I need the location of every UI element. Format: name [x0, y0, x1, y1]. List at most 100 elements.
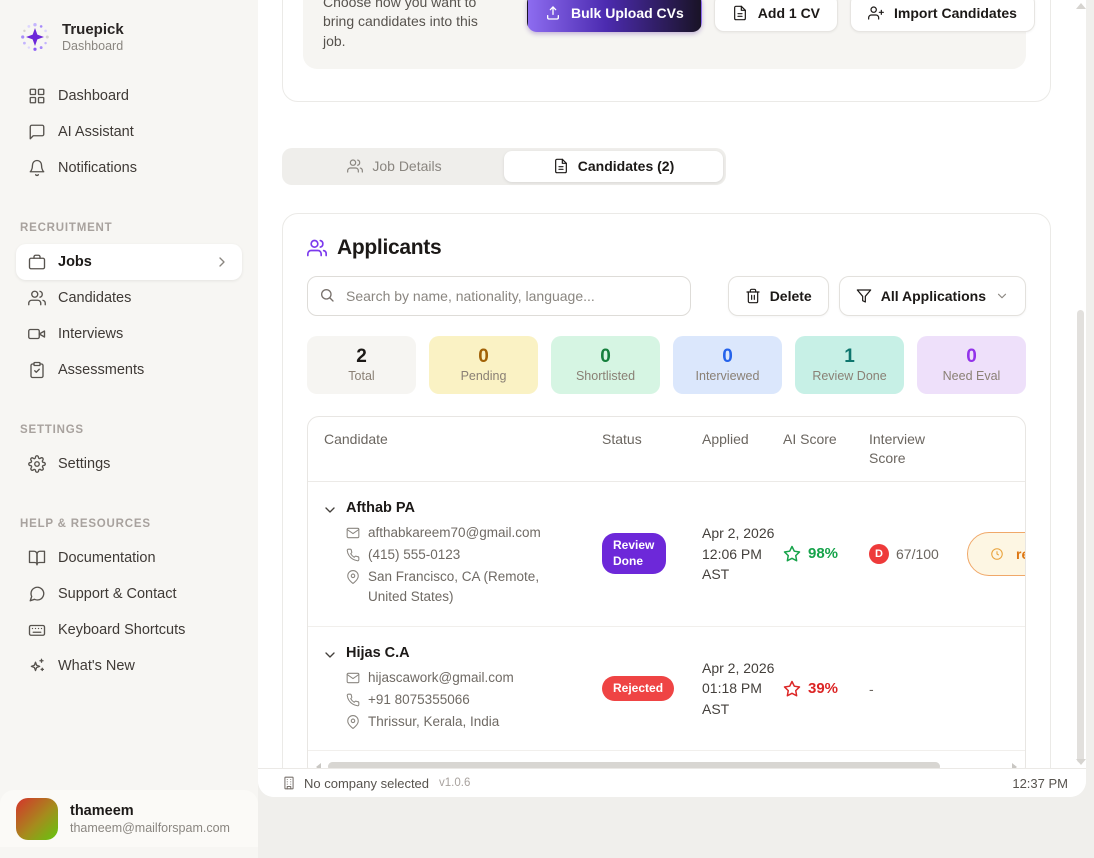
- sidebar-item-label: AI Assistant: [58, 124, 134, 140]
- sidebar-item-candidates[interactable]: Candidates: [16, 280, 242, 316]
- mail-icon: [346, 671, 360, 685]
- import-candidates-label: Import Candidates: [894, 5, 1017, 21]
- stat-need-eval: 0 Need Eval: [917, 336, 1026, 394]
- ai-score-value: 39%: [808, 680, 838, 697]
- candidate-location: Thrissur, Kerala, India: [368, 712, 499, 732]
- column-header-candidate: Candidate: [308, 417, 602, 481]
- table-header-row: Candidate Status Applied AI Score Interv…: [308, 417, 1025, 482]
- scroll-down-arrow[interactable]: [1076, 759, 1086, 765]
- stat-review-done: 1 Review Done: [795, 336, 904, 394]
- brand: Truepick Dashboard: [18, 20, 238, 54]
- sidebar-item-label: Support & Contact: [58, 586, 177, 602]
- clipboard-check-icon: [28, 361, 46, 379]
- sidebar-item-whats-new[interactable]: What's New: [16, 648, 242, 684]
- tab-candidates-label: Candidates (2): [578, 158, 674, 174]
- document-icon: [553, 158, 569, 174]
- tab-job-details-label: Job Details: [372, 158, 441, 174]
- candidate-email: afthabkareem70@gmail.com: [368, 523, 541, 543]
- column-header-ai-score: AI Score: [783, 417, 869, 481]
- bulk-upload-label: Bulk Upload CVs: [571, 5, 684, 21]
- tab-bar: Job Details Candidates (2): [282, 148, 726, 185]
- stat-label: Total: [348, 369, 374, 383]
- star-icon: [783, 680, 801, 698]
- recommendation-label: reco: [1016, 546, 1026, 562]
- stat-value: 2: [356, 347, 367, 366]
- column-header-applied: Applied: [702, 417, 783, 481]
- sidebar-item-jobs[interactable]: Jobs: [16, 244, 242, 280]
- delete-button[interactable]: Delete: [728, 276, 829, 316]
- applicant-stats: 2 Total 0 Pending 0 Shortlisted 0 Interv…: [307, 336, 1026, 394]
- sidebar-item-documentation[interactable]: Documentation: [16, 540, 242, 576]
- company-status-text: No company selected: [304, 776, 429, 791]
- stat-value: 0: [722, 347, 733, 366]
- scroll-up-arrow[interactable]: [1076, 3, 1086, 9]
- horizontal-scrollbar-thumb[interactable]: [328, 762, 940, 768]
- brand-name: Truepick: [62, 21, 124, 38]
- column-header-actions: [967, 417, 1026, 481]
- sidebar-item-label: Interviews: [58, 326, 123, 342]
- tab-job-details[interactable]: Job Details: [285, 151, 504, 182]
- sidebar-item-dashboard[interactable]: Dashboard: [16, 78, 242, 114]
- recruitment-section-label: RECRUITMENT: [20, 222, 222, 234]
- scroll-left-arrow[interactable]: [316, 763, 321, 768]
- sidebar-item-label: Assessments: [58, 362, 144, 378]
- interview-score-value: -: [869, 681, 874, 697]
- page-title: Applicants: [337, 236, 441, 260]
- status-badge: Rejected: [602, 676, 674, 702]
- table-row[interactable]: Afthab PA afthabkareem70@gmail.com (415)…: [308, 482, 1025, 627]
- scroll-right-arrow[interactable]: [1012, 763, 1017, 768]
- column-header-interview-score: Interview Score: [869, 417, 967, 481]
- clock-icon: [990, 547, 1004, 561]
- grid-icon: [28, 87, 46, 105]
- book-open-icon: [28, 549, 46, 567]
- building-icon: [282, 776, 296, 790]
- chevron-down-icon[interactable]: [322, 502, 338, 518]
- import-candidates-button[interactable]: Import Candidates: [850, 0, 1035, 32]
- keyboard-icon: [28, 621, 46, 639]
- table-row[interactable]: Hijas C.A hijascawork@gmail.com +91 8075…: [308, 627, 1025, 752]
- vertical-scrollbar-thumb[interactable]: [1077, 310, 1084, 763]
- sidebar: Truepick Dashboard Dashboard AI Assistan…: [0, 0, 258, 858]
- sidebar-item-support[interactable]: Support & Contact: [16, 576, 242, 612]
- sidebar-item-notifications[interactable]: Notifications: [16, 150, 242, 186]
- user-plus-icon: [868, 5, 884, 21]
- candidate-phone: (415) 555-0123: [368, 545, 460, 565]
- bulk-upload-cvs-button[interactable]: Bulk Upload CVs: [527, 0, 702, 32]
- stat-value: 0: [966, 347, 977, 366]
- app-version: v1.0.6: [439, 777, 470, 789]
- sidebar-item-keyboard-shortcuts[interactable]: Keyboard Shortcuts: [16, 612, 242, 648]
- horizontal-scrollbar[interactable]: [314, 761, 1019, 768]
- applications-filter-dropdown[interactable]: All Applications: [839, 276, 1026, 316]
- candidate-intake-card: Choose how you want to bring candidates …: [282, 0, 1051, 102]
- search-input[interactable]: [307, 276, 691, 316]
- status-badge: Review Done: [602, 533, 666, 574]
- chevron-right-icon: [214, 254, 230, 270]
- avatar: [16, 798, 58, 840]
- candidate-name: Hijas C.A: [346, 645, 561, 661]
- sidebar-item-ai-assistant[interactable]: AI Assistant: [16, 114, 242, 150]
- sparkles-icon: [28, 657, 46, 675]
- sidebar-item-label: Documentation: [58, 550, 156, 566]
- intake-intro-panel: Choose how you want to bring candidates …: [303, 0, 1026, 69]
- user-profile-card[interactable]: thameem thameem@mailforspam.com: [0, 790, 258, 847]
- sidebar-item-interviews[interactable]: Interviews: [16, 316, 242, 352]
- applicants-table: Candidate Status Applied AI Score Interv…: [307, 416, 1026, 768]
- recommendation-action-button[interactable]: reco: [967, 532, 1026, 576]
- search-icon: [319, 287, 335, 303]
- sidebar-item-assessments[interactable]: Assessments: [16, 352, 242, 388]
- chevron-down-icon[interactable]: [322, 647, 338, 663]
- star-icon: [783, 545, 801, 563]
- video-camera-icon: [28, 325, 46, 343]
- tab-candidates[interactable]: Candidates (2): [504, 151, 723, 182]
- trash-icon: [745, 288, 761, 304]
- add-one-cv-label: Add 1 CV: [758, 5, 820, 21]
- stat-value: 0: [478, 347, 489, 366]
- sidebar-item-label: Candidates: [58, 290, 131, 306]
- mail-icon: [346, 526, 360, 540]
- add-one-cv-button[interactable]: Add 1 CV: [714, 0, 838, 32]
- sidebar-item-settings[interactable]: Settings: [16, 446, 242, 482]
- message-circle-icon: [28, 585, 46, 603]
- stat-pending: 0 Pending: [429, 336, 538, 394]
- stat-shortlisted: 0 Shortlisted: [551, 336, 660, 394]
- applied-date: Apr 2, 2026 01:18 PM AST: [702, 658, 775, 719]
